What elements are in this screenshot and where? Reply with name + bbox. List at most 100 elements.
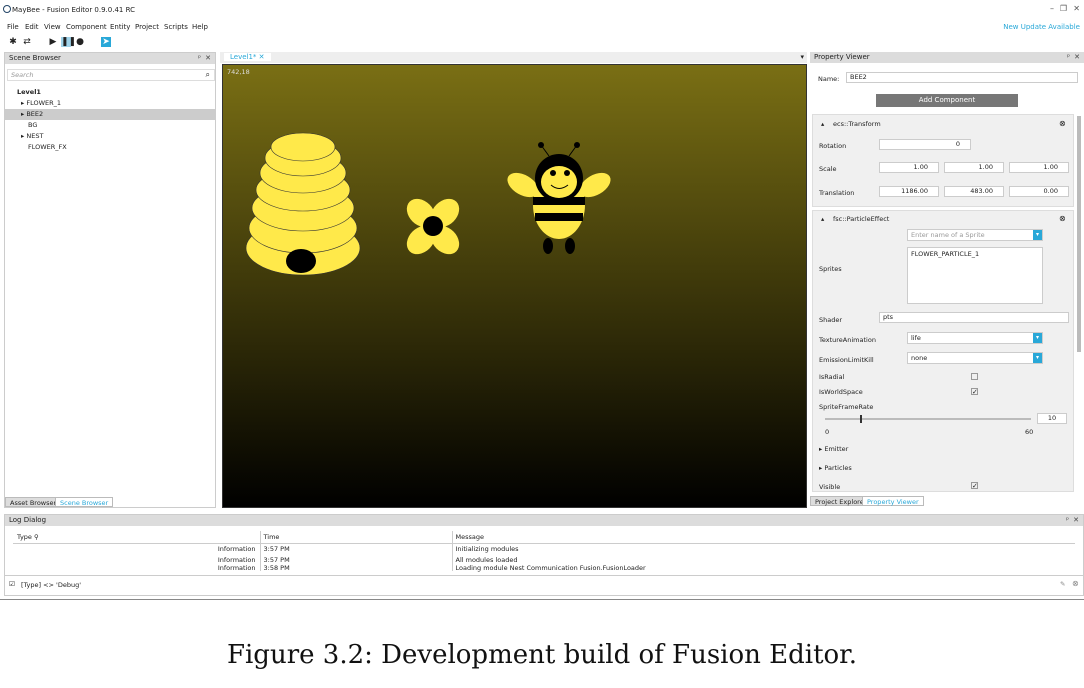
column-header-type[interactable]: Type ⚲ xyxy=(13,531,261,543)
translation-z-field[interactable]: 0.00 xyxy=(1009,186,1069,197)
log-time: 3:58 PM xyxy=(260,565,453,571)
is-radial-checkbox[interactable] xyxy=(971,373,978,380)
slider-min-label: 0 xyxy=(825,428,830,436)
property-viewer-header: Property Viewer ᵖ ✕ xyxy=(810,52,1084,63)
translation-y-field[interactable]: 483.00 xyxy=(944,186,1004,197)
sprite-name-input[interactable]: Enter name of a Sprite ▾ xyxy=(907,229,1043,241)
flower-sprite[interactable] xyxy=(401,193,465,260)
tab-level1[interactable]: Level1* ✕ xyxy=(224,53,271,61)
log-time: 3:57 PM xyxy=(260,543,453,554)
filter-checkbox[interactable]: ☑ xyxy=(9,580,15,588)
menu-project[interactable]: Project xyxy=(135,23,159,31)
menu-scripts[interactable]: Scripts xyxy=(164,23,188,31)
sprite-frame-rate-label: SpriteFrameRate xyxy=(819,403,874,411)
table-row[interactable]: Information 3:58 PM Loading module Nest … xyxy=(13,565,1075,571)
section-label: Emitter xyxy=(824,445,849,453)
menu-view[interactable]: View xyxy=(44,23,61,31)
scene-art xyxy=(245,132,614,276)
menu-component[interactable]: Component xyxy=(66,23,107,31)
translation-label: Translation xyxy=(819,189,855,197)
emission-limit-select[interactable]: none ▾ xyxy=(907,352,1043,364)
visible-checkbox[interactable]: ✓ xyxy=(971,482,978,490)
tab-property-viewer[interactable]: Property Viewer xyxy=(862,496,924,506)
name-field[interactable]: BEE2 xyxy=(846,72,1078,83)
log-dialog-title: Log Dialog xyxy=(9,516,47,524)
transform-title: ecs::Transform xyxy=(833,120,881,128)
bee-sprite[interactable] xyxy=(503,142,614,254)
pin-icon[interactable]: ᵖ xyxy=(1066,515,1069,526)
update-link[interactable]: New Update Available xyxy=(1003,23,1080,31)
record-icon[interactable]: ● xyxy=(75,37,85,47)
property-viewer: Property Viewer ᵖ ✕ Name: BEE2 Add Compo… xyxy=(810,52,1084,508)
edit-filter-icon[interactable]: ✎ xyxy=(1060,580,1065,588)
log-type: Information xyxy=(13,543,261,554)
section-particles[interactable]: ▸ Particles xyxy=(819,464,852,472)
remove-component-icon[interactable]: ⊗ xyxy=(1059,119,1066,128)
chevron-down-icon[interactable]: ▾ xyxy=(800,53,804,61)
settings-icon[interactable]: ✱ xyxy=(8,37,18,47)
tree-item-nest[interactable]: ▸ NEST xyxy=(5,131,215,142)
select-tool-icon[interactable]: ➤ xyxy=(101,37,111,47)
game-canvas[interactable]: 742,18 xyxy=(222,64,807,508)
pin-icon[interactable]: ᵖ xyxy=(1067,52,1070,63)
rotation-field[interactable]: 0 xyxy=(879,139,971,150)
menu-bar: File Edit View Component Entity Project … xyxy=(0,22,1084,34)
pause-icon[interactable]: ❚❚ xyxy=(61,37,76,47)
is-world-space-checkbox[interactable]: ✓ xyxy=(971,388,978,396)
tab-scene-browser[interactable]: Scene Browser xyxy=(55,497,114,507)
tab-asset-browser[interactable]: Asset Browser xyxy=(5,497,62,507)
restore-icon[interactable]: ❐ xyxy=(1060,4,1067,13)
close-icon[interactable]: ✕ xyxy=(1073,4,1080,13)
tree-item-label: BEE2 xyxy=(26,110,44,118)
pin-icon[interactable]: ᵖ xyxy=(198,53,201,64)
search-icon[interactable]: ⌕ xyxy=(206,70,210,80)
chevron-down-icon[interactable]: ▾ xyxy=(1033,333,1042,343)
scale-z-field[interactable]: 1.00 xyxy=(1009,162,1069,173)
menu-file[interactable]: File xyxy=(7,23,19,31)
viewport-panel: Level1* ✕ ▾ 742,18 xyxy=(220,52,807,508)
menu-entity[interactable]: Entity xyxy=(110,23,130,31)
texture-animation-select[interactable]: life ▾ xyxy=(907,332,1043,344)
list-item[interactable]: FLOWER_PARTICLE_1 xyxy=(911,250,979,258)
shader-field[interactable]: pts xyxy=(879,312,1069,323)
menu-help[interactable]: Help xyxy=(192,23,208,31)
is-world-space-label: IsWorldSpace xyxy=(819,388,863,396)
log-dialog: Log Dialog ᵖ ✕ Type ⚲ Time Message Infor… xyxy=(4,514,1084,596)
sprite-frame-rate-field[interactable]: 10 xyxy=(1037,413,1067,424)
table-row[interactable]: Information 3:57 PM Initializing modules xyxy=(13,543,1075,554)
sprites-list[interactable]: FLOWER_PARTICLE_1 xyxy=(907,247,1043,304)
beehive-sprite[interactable] xyxy=(245,132,361,276)
close-icon[interactable]: ✕ xyxy=(205,53,211,64)
remove-component-icon[interactable]: ⊗ xyxy=(1059,214,1066,223)
scale-y-field[interactable]: 1.00 xyxy=(944,162,1004,173)
clear-filter-icon[interactable]: ⊗ xyxy=(1072,579,1079,588)
column-header-message[interactable]: Message xyxy=(452,531,1075,543)
tree-item-flower1[interactable]: ▸ FLOWER_1 xyxy=(5,98,215,109)
scrollbar[interactable] xyxy=(1077,116,1081,352)
tree-item-bee2[interactable]: ▸ BEE2 xyxy=(5,109,215,120)
tree-item-level1[interactable]: Level1 xyxy=(5,87,215,98)
sync-icon[interactable]: ⇄ xyxy=(22,37,32,47)
close-icon[interactable]: ✕ xyxy=(1074,52,1080,63)
tree-item-flower-fx[interactable]: FLOWER_FX xyxy=(5,142,215,153)
tree-item-bg[interactable]: BG xyxy=(5,120,215,131)
editor-window: MayBee - Fusion Editor 0.9.0.41 RC – ❐ ✕… xyxy=(0,0,1084,600)
search-input[interactable]: Search xyxy=(7,69,215,81)
sprite-frame-rate-slider[interactable] xyxy=(825,415,1031,423)
section-emitter[interactable]: ▸ Emitter xyxy=(819,445,848,453)
add-component-button[interactable]: Add Component xyxy=(876,94,1018,107)
minimize-icon[interactable]: – xyxy=(1050,4,1054,13)
translation-x-field[interactable]: 1186.00 xyxy=(879,186,939,197)
filter-icon[interactable]: ⚲ xyxy=(34,533,39,541)
slider-thumb[interactable] xyxy=(860,415,863,423)
chevron-down-icon[interactable]: ▾ xyxy=(1033,353,1042,363)
menu-edit[interactable]: Edit xyxy=(25,23,39,31)
chevron-down-icon[interactable]: ▾ xyxy=(1033,230,1042,240)
collapse-icon[interactable]: ▴ xyxy=(821,215,824,223)
play-icon[interactable]: ▶ xyxy=(48,37,58,47)
collapse-icon[interactable]: ▴ xyxy=(821,120,824,128)
column-header-time[interactable]: Time xyxy=(260,531,453,543)
close-icon[interactable]: ✕ xyxy=(1073,515,1079,526)
scale-x-field[interactable]: 1.00 xyxy=(879,162,939,173)
column-header-label: Type xyxy=(17,532,32,541)
